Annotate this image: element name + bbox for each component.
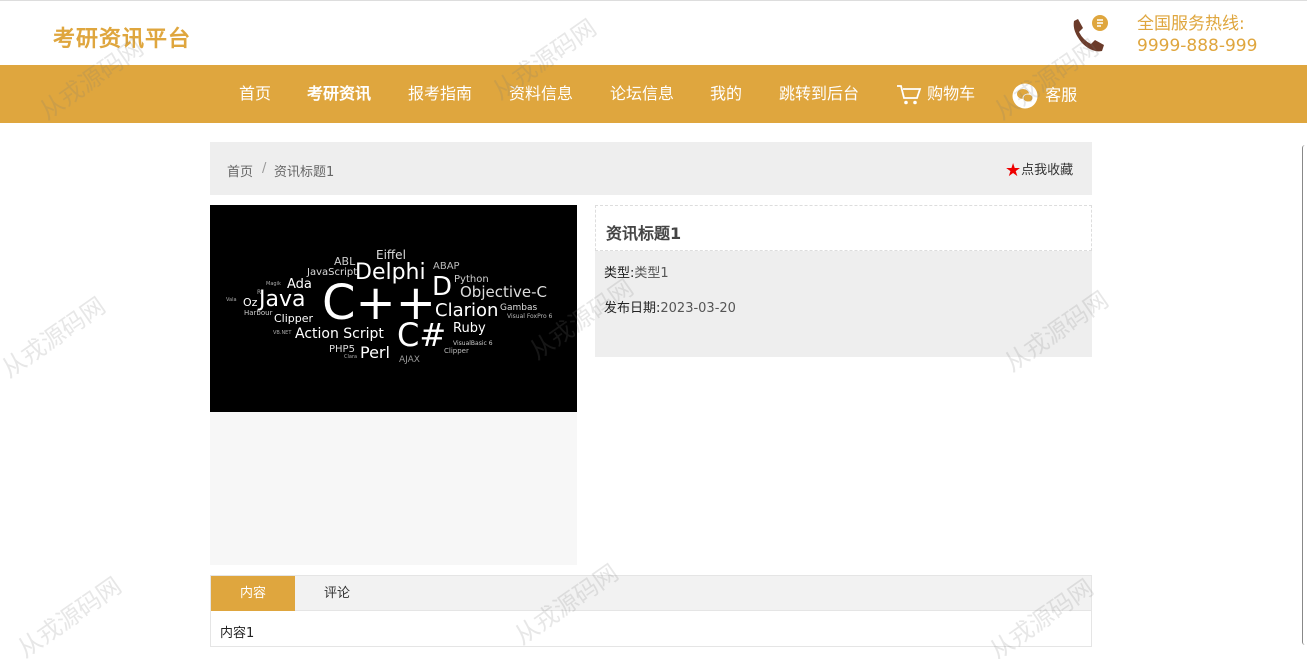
- tab-comments[interactable]: 评论: [295, 576, 379, 611]
- word: Clipper: [274, 312, 314, 325]
- word: ABAP: [433, 261, 460, 272]
- nav-cart-label: 购物车: [927, 84, 976, 103]
- breadcrumb: 首页 / 资讯标题1 ★点我收藏: [210, 142, 1092, 195]
- top-header: 考研资讯平台 全国服务热线: 9999-888-999: [0, 0, 1307, 65]
- nav-mine[interactable]: 我的: [710, 83, 742, 105]
- favorite-button[interactable]: ★点我收藏: [1005, 159, 1073, 181]
- nav-service-label: 客服: [1045, 85, 1078, 105]
- watermark: 从戎源码网: [0, 291, 111, 384]
- hotline-number: 9999-888-999: [1137, 36, 1258, 56]
- word: Ruby: [453, 321, 486, 336]
- tab-header: 内容 评论: [211, 576, 1091, 611]
- word: Java: [259, 287, 306, 312]
- news-title: 资讯标题1: [606, 224, 682, 243]
- info-title-box: 资讯标题1: [595, 205, 1092, 251]
- word: C#: [397, 316, 447, 354]
- word: Harbour: [244, 309, 273, 317]
- wechat-icon: [1012, 83, 1038, 109]
- word: Objective-C: [460, 283, 548, 301]
- hotline: 全国服务热线: 9999-888-999: [1137, 13, 1257, 57]
- news-info: 资讯标题1 类型:类型1 发布日期:2023-03-20: [595, 205, 1092, 357]
- word: Visual FoxPro 6: [507, 313, 553, 320]
- nav-forum[interactable]: 论坛信息: [610, 83, 674, 105]
- phone-icon: [1073, 15, 1108, 52]
- type-value: 类型1: [634, 266, 669, 281]
- hotline-label: 全国服务热线:: [1137, 14, 1245, 34]
- star-icon: ★: [1005, 160, 1022, 181]
- word: Vala: [226, 297, 237, 303]
- nav-service[interactable]: 客服: [1012, 83, 1078, 109]
- breadcrumb-separator: /: [262, 161, 267, 176]
- nav-news[interactable]: 考研资讯: [307, 83, 371, 105]
- nav-cart[interactable]: 购物车: [896, 83, 975, 105]
- word: Clipper: [444, 347, 469, 355]
- word: Action Script: [295, 326, 384, 342]
- word: Gambas: [500, 303, 538, 313]
- type-label: 类型:: [604, 266, 635, 281]
- type-row: 类型:类型1: [604, 262, 669, 281]
- word: ABL: [334, 255, 356, 268]
- site-logo[interactable]: 考研资讯平台: [53, 21, 191, 53]
- nav-materials[interactable]: 资料信息: [509, 83, 573, 105]
- tab-content[interactable]: 内容: [211, 576, 295, 611]
- scrollbar[interactable]: [1302, 145, 1307, 645]
- word: D: [432, 272, 453, 302]
- word: Perl: [360, 343, 390, 362]
- word: Magik: [266, 281, 281, 287]
- date-label: 发布日期:: [604, 301, 661, 316]
- word: R: [257, 289, 262, 296]
- tab-body: 内容1: [220, 626, 255, 641]
- breadcrumb-home[interactable]: 首页: [227, 161, 253, 180]
- nav-admin[interactable]: 跳转到后台: [779, 83, 859, 105]
- watermark: 从戎源码网: [12, 571, 127, 659]
- date-row: 发布日期:2023-03-20: [604, 297, 736, 316]
- date-value: 2023-03-20: [660, 301, 736, 316]
- word: VB.NET: [273, 330, 292, 336]
- content-tabs: 内容 评论 内容1: [210, 575, 1092, 647]
- word: Clara: [344, 354, 358, 360]
- word: Oz: [243, 296, 258, 309]
- nav-guide[interactable]: 报考指南: [408, 83, 472, 105]
- favorite-label: 点我收藏: [1021, 163, 1074, 178]
- word: AJAX: [399, 355, 420, 365]
- news-image: ABL Eiffel JavaScript Delphi ABAP Python…: [210, 205, 577, 412]
- news-image-box: ABL Eiffel JavaScript Delphi ABAP Python…: [210, 205, 577, 565]
- cart-icon: [897, 84, 922, 104]
- nav-home[interactable]: 首页: [239, 83, 271, 105]
- main-nav: 首页 考研资讯 报考指南 资料信息 论坛信息 我的 跳转到后台 购物车 客服: [0, 65, 1307, 123]
- breadcrumb-current: 资讯标题1: [274, 165, 335, 180]
